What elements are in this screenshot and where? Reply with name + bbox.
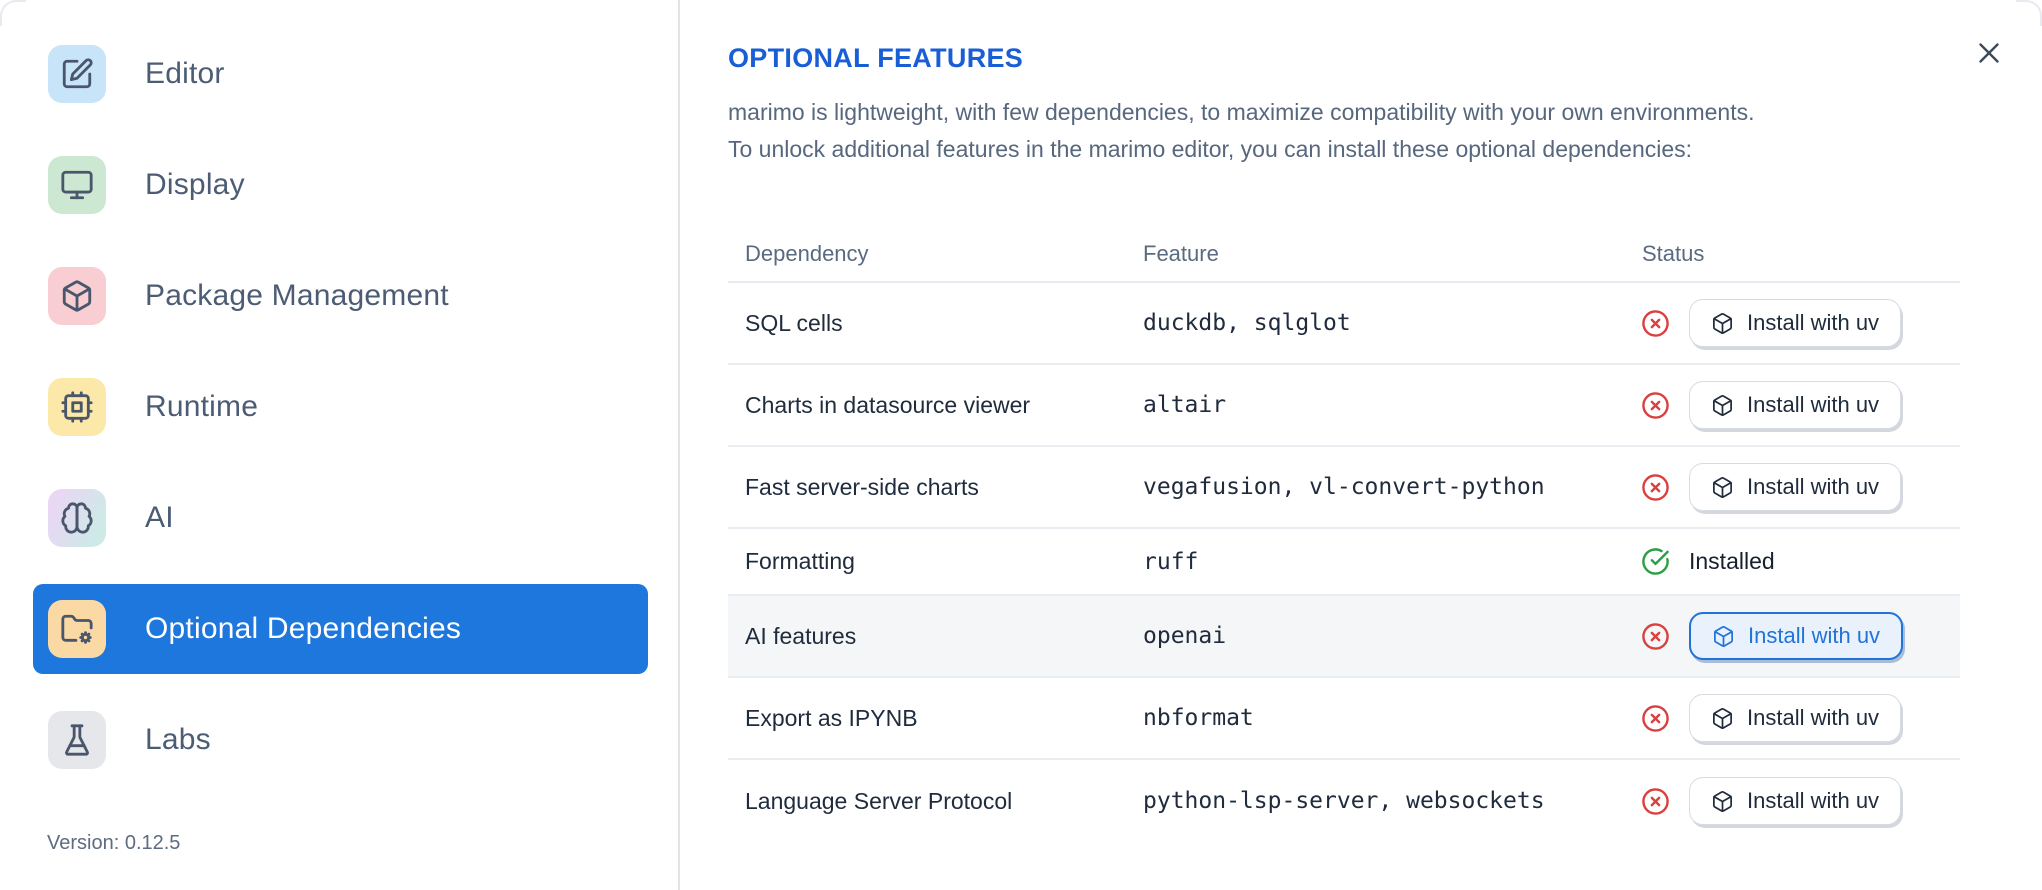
table-row: SQL cells duckdb, sqlglot Install with u… (728, 283, 1960, 365)
monitor-icon (48, 156, 106, 214)
optional-features-panel: OPTIONAL FEATURES marimo is lightweight,… (680, 0, 2042, 890)
sidebar-item-label: Optional Dependencies (145, 612, 462, 645)
feature-packages: openai (1143, 623, 1227, 649)
table-row: Formatting ruff Installed (728, 529, 1960, 596)
brain-icon (48, 489, 106, 547)
status-missing-icon (1641, 787, 1670, 816)
table-row: Charts in datasource viewer altair Insta… (728, 365, 1960, 447)
status-cell: Install with uv (1610, 694, 1960, 742)
status-cell: Install with uv (1610, 463, 1960, 511)
description-line-1: marimo is lightweight, with few dependen… (728, 99, 1755, 125)
package-icon (48, 267, 106, 325)
install-button-label: Install with uv (1748, 623, 1881, 648)
table-row: AI features openai Install with uv (728, 596, 1960, 678)
flask-icon (48, 711, 106, 769)
dependency-name: SQL cells (745, 309, 843, 336)
feature-packages: vegafusion, vl-convert-python (1143, 474, 1545, 500)
description-line-2: To unlock additional features in the mar… (728, 136, 1693, 162)
sidebar-item-labs[interactable]: Labs (33, 695, 648, 785)
install-with-uv-button[interactable]: Install with uv (1689, 777, 1902, 825)
status-missing-icon (1641, 622, 1670, 651)
feature-packages: altair (1143, 392, 1227, 418)
dialog-description: marimo is lightweight, with few dependen… (728, 94, 1960, 168)
install-with-uv-button[interactable]: Install with uv (1689, 299, 1902, 347)
settings-dialog: Editor Display Package Management Runtim… (0, 0, 2042, 890)
column-header-dependency: Dependency (745, 241, 869, 266)
install-with-uv-button[interactable]: Install with uv (1689, 694, 1902, 742)
sidebar-item-label: Display (145, 168, 245, 201)
page-title: OPTIONAL FEATURES (728, 43, 1024, 73)
package-icon (1712, 625, 1735, 648)
sidebar-item-ai[interactable]: AI (33, 473, 648, 563)
dependency-name: Language Server Protocol (745, 787, 1013, 814)
status-missing-icon (1641, 473, 1670, 502)
column-header-status: Status (1642, 241, 1705, 266)
feature-packages: duckdb, sqlglot (1143, 310, 1351, 336)
dependency-name: Fast server-side charts (745, 473, 979, 500)
install-button-label: Install with uv (1747, 474, 1880, 499)
status-cell: Install with uv (1610, 299, 1960, 347)
status-missing-icon (1641, 309, 1670, 338)
sidebar-item-runtime[interactable]: Runtime (33, 362, 648, 452)
folder-cog-icon (48, 600, 106, 658)
sidebar-item-optional-dependencies[interactable]: Optional Dependencies (33, 584, 648, 674)
dependencies-table: Dependency Feature Status SQL cells duck… (728, 227, 1960, 842)
dependency-name: AI features (745, 622, 857, 649)
install-button-label: Install with uv (1747, 788, 1880, 813)
dependency-name: Formatting (745, 548, 855, 574)
package-icon (1711, 790, 1734, 813)
feature-packages: ruff (1143, 548, 1199, 575)
cpu-icon (48, 378, 106, 436)
sidebar-item-label: Package Management (145, 279, 449, 312)
column-header-feature: Feature (1143, 241, 1219, 266)
install-button-label: Install with uv (1747, 392, 1880, 417)
status-cell: Install with uv (1610, 612, 1960, 660)
table-body: SQL cells duckdb, sqlglot Install with u… (728, 283, 1960, 842)
package-icon (1711, 707, 1734, 730)
feature-packages: python-lsp-server, websockets (1143, 788, 1545, 814)
dependency-name: Charts in datasource viewer (745, 391, 1031, 418)
table-row: Language Server Protocol python-lsp-serv… (728, 760, 1960, 842)
package-icon (1711, 476, 1734, 499)
sidebar-nav: Editor Display Package Management Runtim… (33, 29, 678, 806)
status-cell: Install with uv (1610, 777, 1960, 825)
install-with-uv-button[interactable]: Install with uv (1689, 612, 1904, 660)
install-with-uv-button[interactable]: Install with uv (1689, 463, 1902, 511)
sidebar-item-label: Editor (145, 57, 225, 90)
settings-sidebar: Editor Display Package Management Runtim… (0, 0, 680, 890)
status-missing-icon (1641, 704, 1670, 733)
table-header-row: Dependency Feature Status (728, 227, 1960, 283)
install-button-label: Install with uv (1747, 310, 1880, 335)
installed-label: Installed (1689, 548, 1775, 574)
sidebar-item-package-management[interactable]: Package Management (33, 251, 648, 341)
sidebar-item-display[interactable]: Display (33, 140, 648, 230)
dependency-name: Export as IPYNB (745, 704, 918, 731)
package-icon (1711, 394, 1734, 417)
version-label: Version: 0.12.5 (47, 832, 181, 854)
table-row: Fast server-side charts vegafusion, vl-c… (728, 447, 1960, 529)
close-button[interactable] (1972, 36, 2006, 70)
sidebar-item-editor[interactable]: Editor (33, 29, 648, 119)
status-installed-icon (1641, 547, 1670, 576)
table-row: Export as IPYNB nbformat Install with uv (728, 678, 1960, 760)
install-with-uv-button[interactable]: Install with uv (1689, 381, 1902, 429)
status-cell: Installed (1610, 547, 1960, 576)
sidebar-item-label: Labs (145, 723, 211, 756)
sidebar-item-label: Runtime (145, 390, 259, 423)
sidebar-item-label: AI (145, 501, 174, 534)
package-icon (1711, 312, 1734, 335)
install-button-label: Install with uv (1747, 705, 1880, 730)
edit-icon (48, 45, 106, 103)
feature-packages: nbformat (1143, 705, 1254, 731)
status-cell: Install with uv (1610, 381, 1960, 429)
close-icon (1972, 36, 2006, 70)
status-missing-icon (1641, 391, 1670, 420)
